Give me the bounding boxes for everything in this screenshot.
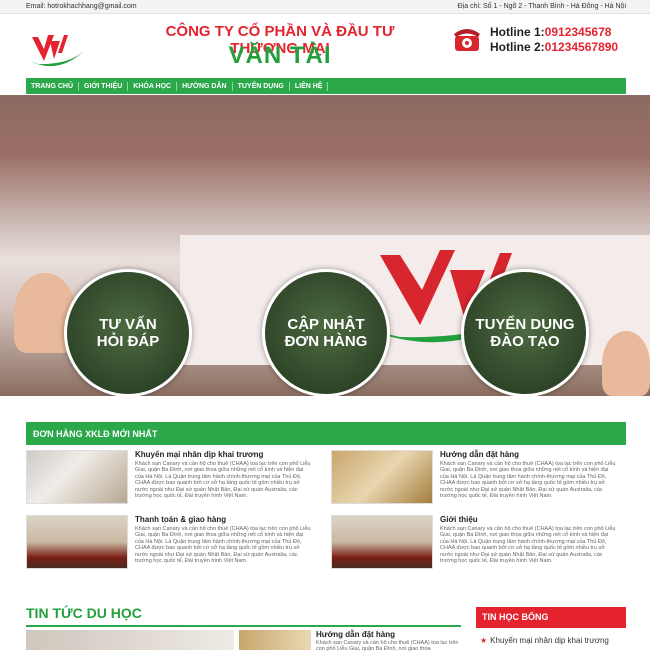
order-title[interactable]: Khuyến mại nhân dịp khai trương	[135, 450, 263, 459]
hero-banner: TƯ VẤN HỎI ĐÁP CẬP NHẬT ĐƠN HÀNG TUYỂN DỤN…	[0, 95, 650, 396]
order-description: Khách sạn Canary và cần hộ cho thuê (CHA…	[440, 526, 616, 565]
contact-email[interactable]: Email: hotrokhachhang@gmail.com	[26, 3, 137, 10]
nav-item-home[interactable]: TRANG CHỦ	[26, 81, 79, 91]
hotline-1-number[interactable]: 0912345678	[545, 25, 612, 39]
hotline-2[interactable]: Hotline 2:01234567890	[490, 40, 618, 54]
order-description: Khách sạn Canary và cần hộ cho thuê (CHA…	[440, 461, 616, 500]
order-thumbnail[interactable]	[26, 515, 128, 569]
update-line2: ĐƠN HÀNG	[284, 333, 368, 350]
hotline-1-label: Hotline 1:	[490, 25, 545, 39]
update-line1: CẬP NHẬT	[287, 316, 365, 333]
company-logo[interactable]	[28, 31, 86, 71]
hotline-2-number[interactable]: 01234567890	[545, 40, 618, 54]
news-divider	[26, 625, 461, 627]
update-orders-circle-button[interactable]: CẬP NHẬT ĐƠN HÀNG	[262, 269, 390, 396]
consult-circle-button[interactable]: TƯ VẤN HỎI ĐÁP	[64, 269, 192, 396]
news-thumbnail-large[interactable]	[26, 630, 234, 650]
order-card[interactable]: Hướng dẫn đặt hàng Khách sạn Canary và c…	[331, 450, 621, 508]
orders-section-title: ĐƠN HÀNG XKLĐ MỚI NHẤT	[26, 422, 626, 445]
scholarship-section-title: TIN HỌC BỔNG	[476, 607, 626, 628]
scholarship-list-item[interactable]: ★ Khuyến mại nhân dịp khai trương	[480, 636, 609, 645]
recruit-line2: ĐÀO TẠO	[490, 333, 560, 350]
order-title[interactable]: Hướng dẫn đặt hàng	[440, 450, 519, 459]
order-description: Khách sạn Canary và cần hộ cho thuê (CHA…	[135, 461, 311, 500]
nav-item-guide[interactable]: HƯỚNG DẪN	[177, 81, 233, 91]
nav-item-contact[interactable]: LIÊN HỆ	[290, 81, 329, 91]
news-section-title[interactable]: TIN TỨC DU HỌC	[26, 605, 142, 621]
main-nav: TRANG CHỦ GIỚI THIỆU KHÓA HỌC HƯỚNG DẪN …	[26, 78, 626, 94]
site-header: CÔNG TY CỔ PHẦN VÀ ĐẦU TƯ THƯƠNG MẠI VĂN…	[0, 15, 650, 77]
person-right	[602, 331, 650, 396]
order-card[interactable]: Thanh toán & giao hàng Khách sạn Canary …	[26, 515, 316, 573]
consult-line1: TƯ VẤN	[99, 316, 157, 333]
recruit-line1: TUYỂN DỤNG	[475, 316, 575, 333]
order-title[interactable]: Giới thiệu	[440, 515, 478, 524]
news-item-description: Khách sạn Canary và cần hộ cho thuê (CHA…	[316, 640, 459, 652]
nav-item-courses[interactable]: KHÓA HỌC	[128, 81, 178, 91]
brand-name: VĂN TÀI	[228, 42, 332, 69]
top-info-bar: Email: hotrokhachhang@gmail.com Địa chỉ:…	[0, 0, 650, 14]
hotline-1[interactable]: Hotline 1:0912345678	[490, 25, 611, 39]
hotline-2-label: Hotline 2:	[490, 40, 545, 54]
order-title[interactable]: Thanh toán & giao hàng	[135, 515, 226, 524]
nav-item-recruitment[interactable]: TUYỂN DỤNG	[233, 81, 290, 91]
news-item-title[interactable]: Hướng dẫn đặt hàng	[316, 630, 395, 639]
order-thumbnail[interactable]	[331, 515, 433, 569]
order-card[interactable]: Khuyến mại nhân dịp khai trương Khách sạ…	[26, 450, 316, 508]
consult-line2: HỎI ĐÁP	[96, 333, 160, 350]
news-thumbnail-small[interactable]	[239, 630, 311, 650]
order-thumbnail[interactable]	[331, 450, 433, 504]
star-icon: ★	[480, 636, 488, 645]
order-thumbnail[interactable]	[26, 450, 128, 504]
recruit-circle-button[interactable]: TUYỂN DỤNG ĐÀO TẠO	[461, 269, 589, 396]
nav-item-about[interactable]: GIỚI THIỆU	[79, 81, 129, 91]
contact-address: Địa chỉ: Số 1 - Ngõ 2 - Thanh Bình - Hà …	[457, 3, 626, 10]
phone-icon	[454, 29, 480, 51]
order-description: Khách sạn Canary và cần hộ cho thuê (CHA…	[135, 526, 311, 565]
scholarship-item-label: Khuyến mại nhân dịp khai trương	[490, 636, 609, 645]
order-card[interactable]: Giới thiệu Khách sạn Canary và cần hộ ch…	[331, 515, 621, 573]
